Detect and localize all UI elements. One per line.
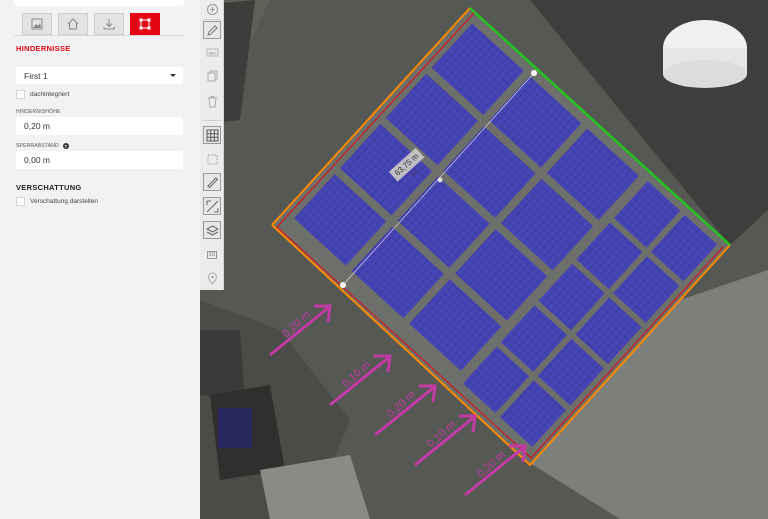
hindernishoehe-label: HINDERNISHÖHE <box>16 109 61 115</box>
map-toolbar: ABC 2D <box>200 0 224 290</box>
tab-roof[interactable] <box>58 13 88 35</box>
building-left <box>200 330 245 400</box>
hindernishoehe-input[interactable]: 0,20 m <box>16 117 183 135</box>
2d-toggle: 2D <box>207 251 217 259</box>
obstacle-type-value: First 1 <box>24 71 48 81</box>
sperrabstand-label: SPERRABSTAND ? <box>16 143 69 149</box>
tool-text[interactable]: ABC <box>203 43 221 61</box>
house-icon <box>67 18 79 30</box>
dachintegriert-row[interactable]: dachintegriert <box>16 90 69 99</box>
midpoint-handle[interactable] <box>437 177 443 183</box>
left-panel: HINDERNISSE First 1 dachintegriert HINDE… <box>0 0 200 519</box>
pencil-icon <box>206 24 218 36</box>
tool-layers[interactable] <box>203 221 221 239</box>
tool-ruler[interactable] <box>203 173 221 191</box>
hindernisse-title: HINDERNISSE <box>16 44 71 53</box>
verschattung-label: Verschattung darstellen <box>30 198 98 205</box>
tab-divider <box>14 35 184 36</box>
svg-text:ABC: ABC <box>208 50 216 55</box>
tool-zoom[interactable] <box>203 0 221 18</box>
satellite-map[interactable]: 63,75 m 0,0 0,20 m 0,10 m 0,20 m 0,10 m 0,20… <box>200 0 768 519</box>
verschattung-row[interactable]: Verschattung darstellen <box>16 197 98 206</box>
copy-icon <box>207 70 217 81</box>
tool-delete[interactable] <box>203 92 221 110</box>
map-canvas[interactable]: 63,75 m 0,0 0,20 m0,10 m0,20 m0,10 m0,20… <box>200 0 768 519</box>
obstacle-type-select[interactable]: First 1 <box>16 67 183 84</box>
tool-grid[interactable] <box>203 126 221 144</box>
tab-obstacle[interactable] <box>130 13 160 35</box>
hindernishoehe-label-text: HINDERNISHÖHE <box>16 109 61 115</box>
tool-pencil[interactable] <box>203 21 221 39</box>
chevron-down-icon <box>170 74 176 77</box>
tab-download[interactable] <box>94 13 124 35</box>
small-solar-field <box>218 408 252 448</box>
panel-tabs <box>22 13 160 35</box>
abc-text-icon: ABC <box>206 48 218 56</box>
sperrabstand-input[interactable]: 0,00 m <box>16 151 183 169</box>
location-pin-icon <box>207 272 217 285</box>
layers-icon <box>205 224 219 236</box>
top-input-stub <box>14 0 184 6</box>
tool-rotate[interactable] <box>203 150 221 168</box>
tool-measure[interactable] <box>203 197 221 215</box>
dachintegriert-label: dachintegriert <box>30 91 70 98</box>
tab-image[interactable] <box>22 13 52 35</box>
verschattung-title: VERSCHATTUNG <box>16 183 82 192</box>
tool-location[interactable] <box>203 269 221 287</box>
dachintegriert-checkbox[interactable] <box>16 90 25 99</box>
rotate-icon <box>207 154 217 164</box>
download-icon <box>103 19 115 30</box>
obstacle-frame-icon <box>139 18 151 30</box>
grid-icon <box>206 129 218 141</box>
trash-icon <box>207 95 217 107</box>
measure-icon <box>206 200 218 212</box>
verschattung-checkbox[interactable] <box>16 197 25 206</box>
tool-copy[interactable] <box>203 66 221 84</box>
ruler-icon <box>206 176 218 188</box>
tool-2d-toggle[interactable]: 2D <box>203 246 221 264</box>
sperrabstand-label-text: SPERRABSTAND <box>16 143 59 149</box>
zoom-in-icon <box>206 3 218 15</box>
info-icon[interactable]: ? <box>62 143 69 149</box>
image-icon <box>31 18 43 30</box>
